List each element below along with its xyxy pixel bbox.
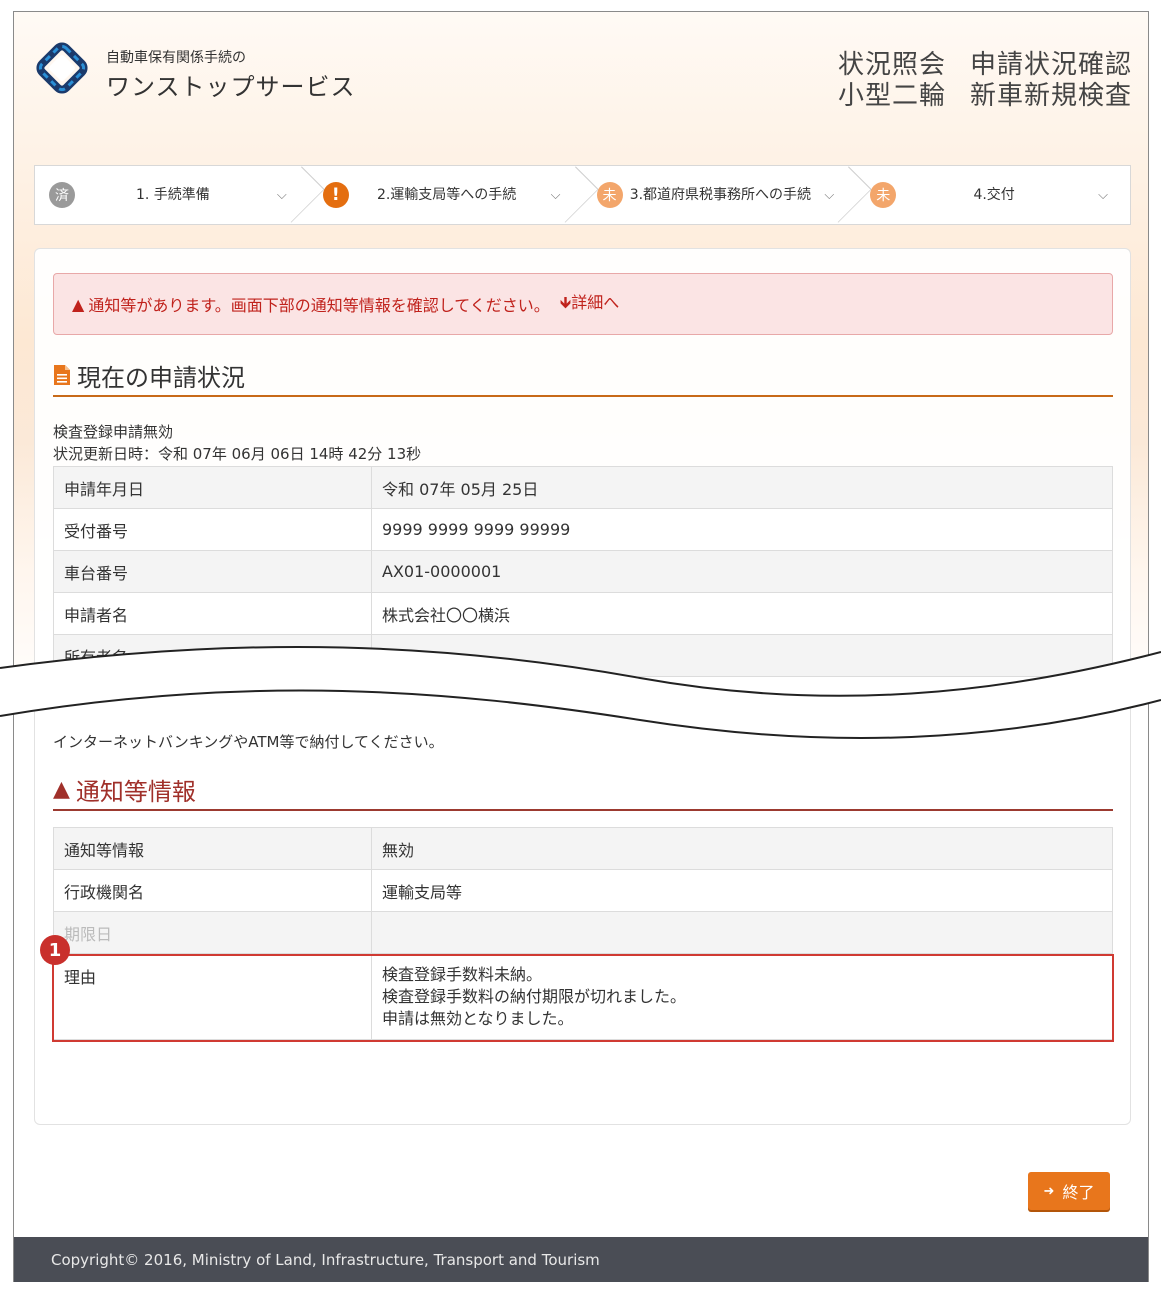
table-value: 令和 07年 05月 25日 <box>371 466 1113 509</box>
step-2[interactable]: ! 2.運輸支局等への手続 ⌵ <box>309 166 583 224</box>
reason-value: 検査登録手数料未納。 検査登録手数料の納付期限が切れました。 申請は無効となりま… <box>371 953 1113 1040</box>
section-title: 現在の申請状況 <box>77 363 245 392</box>
table-key: 期限日 <box>53 911 372 954</box>
step-warning-badge: ! <box>322 182 349 208</box>
table-key: 通知等情報 <box>53 827 372 870</box>
table-key: 行政機関名 <box>53 869 372 912</box>
reason-line: 検査登録手数料の納付期限が切れました。 <box>382 987 687 1006</box>
table-row: 行政機関名 運輸支局等 <box>53 869 1113 912</box>
end-button[interactable]: ➜ 終了 <box>1028 1172 1110 1210</box>
table-row: 申請者名 株式会社〇〇横浜 <box>53 592 1113 635</box>
callout-marker: 1 <box>40 935 70 965</box>
reason-line: 申請は無効となりました。 <box>382 1009 574 1028</box>
table-row: 申請年月日 令和 07年 05月 25日 <box>53 466 1113 509</box>
chevron-down-icon[interactable]: ⌵ <box>818 188 840 203</box>
reason-key: 理由 <box>53 953 372 1040</box>
logo-subtitle: 自動車保有関係手続の <box>106 50 246 66</box>
logo-title: ワンストップサービス <box>106 73 356 101</box>
footer: Copyright© 2016, Ministry of Land, Infra… <box>14 1237 1148 1282</box>
table-key: 受付番号 <box>53 508 372 551</box>
warning-icon: ▲ <box>53 776 70 802</box>
warning-icon: ▲ <box>72 294 85 314</box>
table-row: 車台番号 AX01-0000001 <box>53 550 1113 593</box>
logo-icon <box>36 42 88 94</box>
alert-text: 通知等があります。画面下部の通知等情報を確認してください。 <box>88 296 550 315</box>
reason-line: 検査登録手数料未納。 <box>382 965 543 984</box>
table-key: 車台番号 <box>53 550 372 593</box>
status-text: 検査登録申請無効 <box>53 423 174 441</box>
table-row: 理由 検査登録手数料未納。 検査登録手数料の納付期限が切れました。 申請は無効と… <box>53 953 1113 1040</box>
step-label: 4.交付 <box>973 187 1015 203</box>
notice-info-header: ▲ 通知等情報 <box>53 769 1113 811</box>
step-3[interactable]: 未 3.都道府県税事務所への手続 ⌵ <box>583 166 857 224</box>
table-row: 受付番号 9999 9999 9999 99999 <box>53 508 1113 551</box>
current-status-header: 現在の申請状況 <box>53 355 1113 397</box>
section-title: 通知等情報 <box>75 777 196 806</box>
chevron-down-icon[interactable]: ⌵ <box>1092 188 1114 203</box>
notice-table: 通知等情報 無効 行政機関名 運輸支局等 期限日 理由 検査登録手数料未納。 検査登… <box>53 827 1113 1040</box>
table-key: 申請年月日 <box>53 466 372 509</box>
step-done-badge: 済 <box>49 182 75 208</box>
page-break-divider <box>0 645 1161 740</box>
step-todo-badge: 未 <box>870 182 897 208</box>
document-icon <box>54 365 70 385</box>
table-value: 運輸支局等 <box>371 869 1113 912</box>
page-title-vehicle: 小型二輪 <box>837 81 946 111</box>
table-row: 通知等情報 無効 <box>53 827 1113 870</box>
copyright-text: Copyright© 2016, Ministry of Land, Infra… <box>51 1250 600 1269</box>
sign-out-icon: ➜ <box>1043 1183 1055 1198</box>
chevron-down-icon[interactable]: ⌵ <box>271 188 293 203</box>
step-progress-bar: 済 1. 手続準備 ⌵ ! 2.運輸支局等への手続 ⌵ 未 3.都道府県税事務所… <box>34 165 1131 225</box>
notice-alert: ▲ 通知等があります。画面下部の通知等情報を確認してください。 🡻詳細へ <box>53 273 1113 335</box>
step-label: 3.都道府県税事務所への手続 <box>629 187 812 203</box>
page-title-function: 申請状況確認 <box>969 50 1132 80</box>
status-updated: 状況更新日時：令和 07年 06月 06日 14時 42分 13秒 <box>53 445 422 463</box>
step-4[interactable]: 未 4.交付 ⌵ <box>856 166 1130 224</box>
detail-link[interactable]: 🡻詳細へ <box>560 289 620 319</box>
page-title-procedure: 新車新規検査 <box>969 81 1132 111</box>
end-button-label: 終了 <box>1062 1185 1095 1202</box>
chevron-down-icon[interactable]: ⌵ <box>545 188 567 203</box>
table-value: 9999 9999 9999 99999 <box>371 508 1113 551</box>
step-todo-badge: 未 <box>596 182 623 208</box>
table-row: 期限日 <box>53 911 1113 954</box>
step-1[interactable]: 済 1. 手続準備 ⌵ <box>35 166 309 224</box>
table-key: 申請者名 <box>53 592 372 635</box>
step-label: 1. 手続準備 <box>135 187 210 203</box>
table-value: 株式会社〇〇横浜 <box>371 592 1113 635</box>
step-label: 2.運輸支局等への手続 <box>376 187 517 203</box>
table-value: 無効 <box>371 827 1113 870</box>
table-value <box>371 911 1113 954</box>
page-title: 状況照会 申請状況確認 小型二輪 新車新規検査 <box>814 50 1132 112</box>
detail-link-label: 詳細へ <box>571 293 620 312</box>
page-title-category: 状況照会 <box>837 50 946 80</box>
table-value: AX01-0000001 <box>371 550 1113 593</box>
